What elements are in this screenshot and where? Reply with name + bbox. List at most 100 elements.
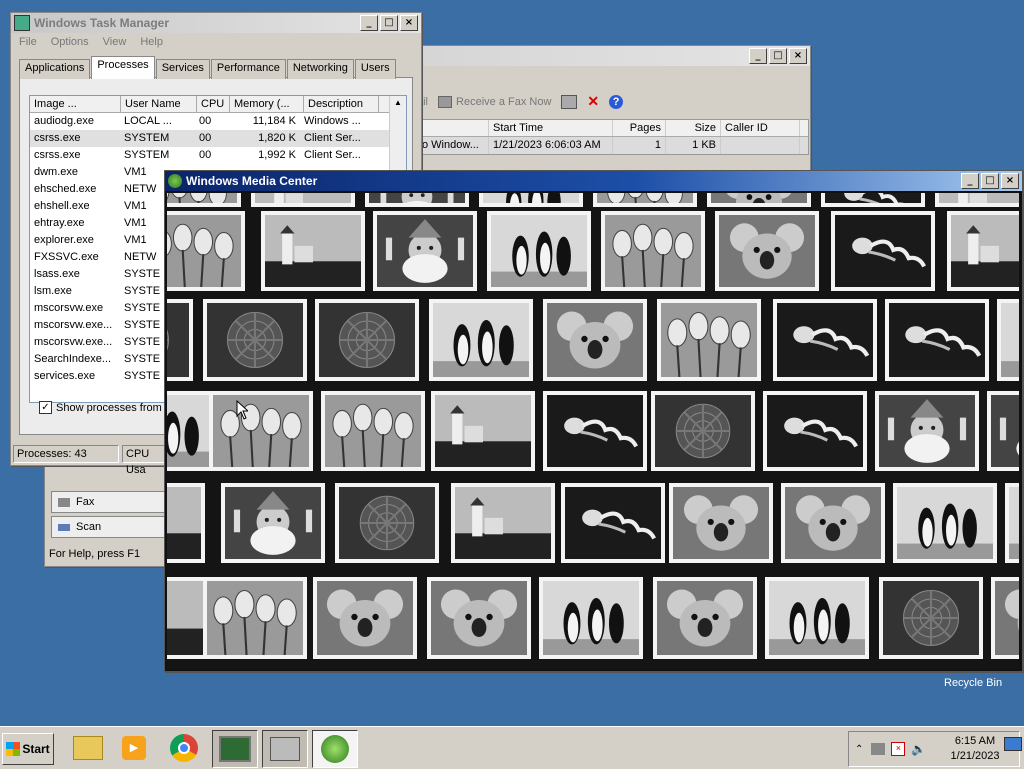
photo-thumbnail-jellyfish[interactable] — [773, 299, 877, 381]
photo-thumbnail-lighthouse[interactable] — [935, 193, 1019, 207]
column-header-size[interactable]: Size — [666, 120, 721, 136]
close-button[interactable]: × — [1001, 173, 1019, 189]
system-clock[interactable]: 6:15 AM 1/21/2023 — [947, 734, 1003, 764]
photo-thumbnail-tulips[interactable] — [167, 211, 245, 291]
column-header-image[interactable]: Image ... — [30, 96, 121, 112]
menu-options[interactable]: Options — [51, 36, 89, 48]
photo-thumbnail-santa[interactable] — [221, 483, 325, 563]
show-hidden-icons-chevron-icon[interactable]: ⌃ — [855, 744, 863, 755]
taskmgr-titlebar[interactable]: Windows Task Manager _ □ × — [11, 13, 421, 33]
column-header-cpu[interactable]: CPU — [197, 96, 230, 112]
maximize-button[interactable]: □ — [380, 15, 398, 31]
photo-thumbnail-jellyfish[interactable] — [821, 193, 925, 207]
scan-nav-item[interactable]: Scan — [51, 516, 167, 538]
taskbar-task-manager-button[interactable] — [212, 730, 258, 768]
menu-file[interactable]: File — [19, 36, 37, 48]
column-header-start-time[interactable]: Start Time — [489, 120, 613, 136]
photo-thumbnail-koala[interactable] — [543, 299, 647, 381]
photo-thumbnail-koala[interactable] — [313, 577, 417, 659]
maximize-button[interactable]: □ — [981, 173, 999, 189]
photo-thumbnail-tulips[interactable] — [593, 193, 697, 207]
minimize-button[interactable]: _ — [360, 15, 378, 31]
tab-performance[interactable]: Performance — [211, 59, 286, 79]
photo-thumbnail-penguins[interactable] — [765, 577, 869, 659]
photo-thumbnail-jellyfish[interactable] — [763, 391, 867, 471]
process-row[interactable]: csrss.exeSYSTEM001,992 KClient Ser... — [30, 147, 406, 164]
photo-thumbnail-chrysanthemum[interactable] — [315, 299, 419, 381]
photo-thumbnail-lighthouse[interactable] — [167, 483, 205, 563]
media-center-window[interactable]: Windows Media Center _ □ × — [164, 170, 1023, 672]
photo-thumbnail-chrysanthemum[interactable] — [167, 299, 193, 381]
photo-thumbnail-tulips[interactable] — [657, 299, 761, 381]
menu-view[interactable]: View — [103, 36, 127, 48]
taskbar-chrome-button[interactable] — [162, 730, 206, 766]
recycle-bin-label[interactable]: Recycle Bin — [944, 677, 1002, 689]
start-button[interactable]: Start — [2, 733, 54, 765]
photo-thumbnail-chrysanthemum[interactable] — [335, 483, 439, 563]
photo-thumbnail-santa[interactable] — [373, 211, 477, 291]
photo-thumbnail-penguins[interactable] — [1005, 483, 1019, 563]
receive-fax-button[interactable]: Receive a Fax Now — [438, 96, 551, 108]
photo-thumbnail-koala[interactable] — [781, 483, 885, 563]
photo-thumbnail-penguins[interactable] — [429, 299, 533, 381]
column-header-pages[interactable]: Pages — [613, 120, 666, 136]
photo-thumbnail-santa[interactable] — [875, 391, 979, 471]
taskbar-media-center-button[interactable] — [312, 730, 358, 768]
photo-thumbnail-lighthouse[interactable] — [261, 211, 365, 291]
photo-thumbnail-chrysanthemum[interactable] — [203, 299, 307, 381]
photo-thumbnail-tulips[interactable] — [601, 211, 705, 291]
tab-services[interactable]: Services — [156, 59, 210, 79]
photo-thumbnail-koala[interactable] — [991, 577, 1019, 659]
photo-thumbnail-chrysanthemum[interactable] — [879, 577, 983, 659]
wmc-titlebar[interactable]: Windows Media Center _ □ × — [165, 171, 1022, 191]
tab-processes[interactable]: Processes — [91, 56, 154, 79]
photo-thumbnail-penguins[interactable] — [997, 299, 1019, 381]
checkbox-checked[interactable]: ✓ — [39, 401, 52, 414]
process-row[interactable]: audiodg.exeLOCAL ...0011,184 KWindows ..… — [30, 113, 406, 130]
fax-row[interactable]: o Window... 1/21/2023 6:06:03 AM 1 1 KB — [418, 137, 808, 154]
network-icon[interactable] — [871, 743, 885, 755]
photo-thumbnail-koala[interactable] — [707, 193, 811, 207]
photo-thumbnail-tulips[interactable] — [209, 391, 313, 471]
photo-slideshow[interactable] — [167, 193, 1019, 669]
volume-icon[interactable]: 🔈 — [911, 742, 926, 756]
photo-thumbnail-lighthouse[interactable] — [251, 193, 355, 207]
show-all-processes-checkbox[interactable]: ✓ Show processes from a — [39, 401, 171, 414]
show-desktop-button[interactable] — [1004, 737, 1022, 751]
taskbar-explorer-button[interactable] — [66, 730, 110, 766]
photo-thumbnail-koala[interactable] — [715, 211, 819, 291]
tab-applications[interactable]: Applications — [19, 59, 90, 79]
photo-thumbnail-lighthouse[interactable] — [947, 211, 1019, 291]
photo-thumbnail-koala[interactable] — [669, 483, 773, 563]
photo-thumbnail-santa[interactable] — [365, 193, 469, 207]
taskbar-media-player-button[interactable]: ▶ — [112, 730, 156, 766]
close-button[interactable]: × — [789, 48, 807, 64]
taskbar-fax-button[interactable] — [262, 730, 308, 768]
printer-icon[interactable] — [561, 95, 577, 109]
minimize-button[interactable]: _ — [749, 48, 767, 64]
photo-thumbnail-jellyfish[interactable] — [831, 211, 935, 291]
photo-thumbnail-lighthouse[interactable] — [431, 391, 535, 471]
photo-thumbnail-jellyfish[interactable] — [561, 483, 665, 563]
photo-thumbnail-koala[interactable] — [653, 577, 757, 659]
photo-thumbnail-santa[interactable] — [987, 391, 1019, 471]
column-header-user[interactable]: User Name — [121, 96, 197, 112]
help-icon[interactable]: ? — [609, 95, 623, 109]
minimize-button[interactable]: _ — [961, 173, 979, 189]
photo-thumbnail-tulips[interactable] — [167, 193, 241, 207]
maximize-button[interactable]: □ — [769, 48, 787, 64]
menu-help[interactable]: Help — [140, 36, 163, 48]
column-header[interactable] — [418, 120, 489, 136]
photo-thumbnail-koala[interactable] — [427, 577, 531, 659]
tab-networking[interactable]: Networking — [287, 59, 354, 79]
photo-thumbnail-penguins[interactable] — [893, 483, 997, 563]
column-header-memory[interactable]: Memory (... — [230, 96, 304, 112]
close-button[interactable]: × — [400, 15, 418, 31]
column-header-description[interactable]: Description — [304, 96, 379, 112]
photo-thumbnail-penguins[interactable] — [487, 211, 591, 291]
photo-thumbnail-chrysanthemum[interactable] — [651, 391, 755, 471]
photo-thumbnail-penguins[interactable] — [539, 577, 643, 659]
column-header-caller-id[interactable]: Caller ID — [721, 120, 800, 136]
fax-nav-item[interactable]: Fax — [51, 491, 167, 513]
delete-icon[interactable]: ✕ — [587, 93, 599, 110]
